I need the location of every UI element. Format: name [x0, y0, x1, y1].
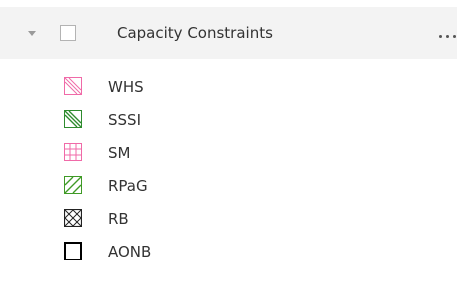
layer-label-sm: SM	[108, 144, 131, 162]
layer-label-whs: WHS	[108, 78, 144, 96]
layer-group-header[interactable]: Capacity Constraints	[0, 7, 457, 59]
chevron-down-icon[interactable]	[28, 31, 36, 36]
sm-legend-swatch-icon	[64, 143, 82, 161]
group-title: Capacity Constraints	[117, 24, 273, 42]
layer-label-rb: RB	[108, 210, 129, 228]
layer-label-aonb: AONB	[108, 243, 152, 261]
layer-label-rpag: RPaG	[108, 177, 148, 195]
aonb-legend-swatch-icon	[64, 242, 82, 260]
layer-label-sssi: SSSI	[108, 111, 141, 129]
more-options-icon[interactable]	[437, 23, 457, 43]
group-visibility-checkbox[interactable]	[60, 25, 76, 41]
rb-legend-swatch-icon	[64, 209, 82, 227]
sssi-legend-swatch-icon	[64, 110, 82, 128]
rpag-legend-swatch-icon	[64, 176, 82, 194]
whs-legend-swatch-icon	[64, 77, 82, 95]
